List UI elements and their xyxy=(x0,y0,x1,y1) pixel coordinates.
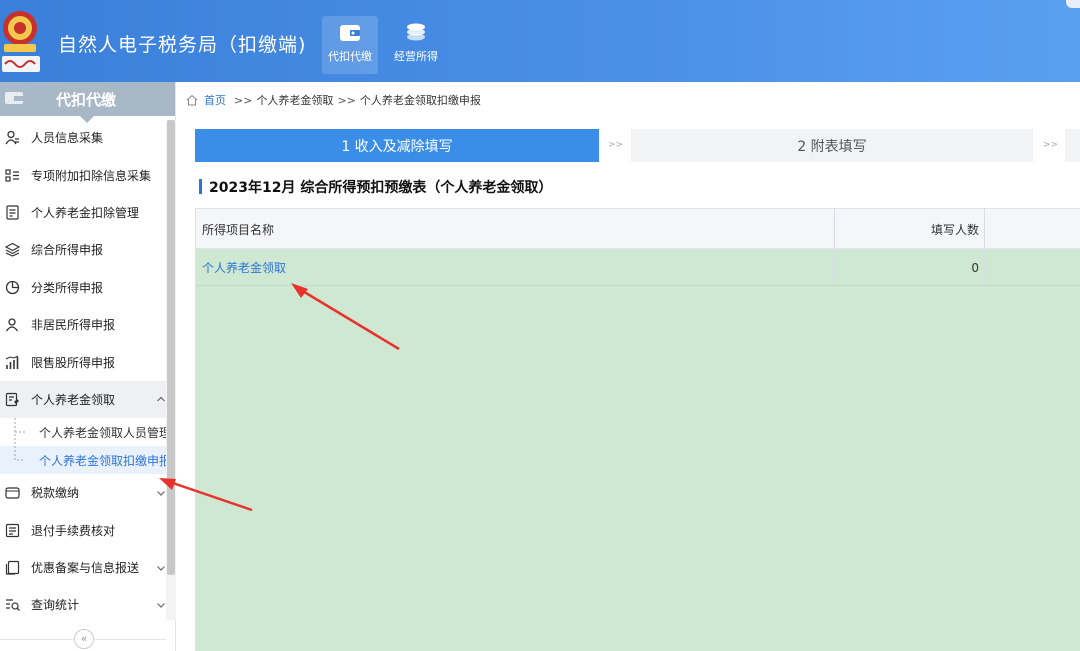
top-header: 自然人电子税务局（扣缴端) 代扣代缴 经营所得 xyxy=(0,0,1080,82)
sidebar-item-label: 综合所得申报 xyxy=(31,243,104,258)
home-icon xyxy=(186,94,198,106)
sidebar-item-label: 个人养老金扣除管理 xyxy=(31,205,140,220)
sidebar-item-label: 查询统计 xyxy=(31,598,80,613)
sidebar-subitem-pension-withholding[interactable]: 个人养老金领取扣缴申报 xyxy=(0,446,166,475)
sidebar-item-label: 分类所得申报 xyxy=(31,280,104,295)
sidebar-item-label: 退付手续费核对 xyxy=(31,523,116,538)
sidebar-subitem-pension-personnel[interactable]: 个人养老金领取人员管理 xyxy=(0,418,166,447)
tree-line-icon xyxy=(14,446,25,461)
section-title: 2023年12月 综合所得预扣预缴表（个人养老金领取） xyxy=(209,180,553,196)
list-icon xyxy=(5,168,19,182)
receipt-icon xyxy=(5,523,20,537)
step-separator: >> xyxy=(608,140,624,150)
corner-mark xyxy=(1066,0,1080,8)
sidebar-item-label: 非居民所得申报 xyxy=(31,318,116,333)
sidebar-subitem-label: 个人养老金领取人员管理 xyxy=(39,425,166,440)
column-header-income-item: 所得项目名称 xyxy=(202,222,275,237)
sidebar-item-tax-payment[interactable]: 税款缴纳 xyxy=(0,474,166,511)
chevron-down-icon xyxy=(157,490,165,496)
step-income-deduction[interactable]: 1 收入及减除填写 xyxy=(195,129,599,162)
tree-line-icon xyxy=(14,418,25,447)
table-row: 个人养老金领取 0 xyxy=(196,249,1080,286)
income-table: 所得项目名称 填写人数 个人养老金领取 0 xyxy=(195,208,1080,651)
sidebar-item-label: 专项附加扣除信息采集 xyxy=(31,168,152,183)
pie-icon xyxy=(5,280,20,294)
section-marker xyxy=(199,179,202,194)
search-list-icon xyxy=(6,599,20,612)
sidebar-item-personnel-info[interactable]: 人员信息采集 xyxy=(0,119,166,156)
sidebar-title: 代扣代缴 xyxy=(56,91,117,109)
table-header: 所得项目名称 填写人数 xyxy=(196,208,1080,249)
breadcrumb-home-link[interactable]: 首页 xyxy=(204,92,226,108)
tab-withholding-label: 代扣代缴 xyxy=(328,50,372,63)
doc-icon xyxy=(6,205,19,220)
chevron-down-icon xyxy=(157,603,165,608)
wallet-icon xyxy=(5,92,23,104)
breadcrumb-separator: >> xyxy=(337,93,356,107)
step-attachment[interactable]: 2 附表填写 xyxy=(631,129,1033,162)
sidebar-item-refund-fee[interactable]: 退付手续费核对 xyxy=(0,512,166,549)
sidebar-subitem-label: 个人养老金领取扣缴申报 xyxy=(39,453,166,468)
tax-emblem-icon xyxy=(2,11,40,72)
sidebar-item-label: 人员信息采集 xyxy=(31,131,104,146)
coins-icon xyxy=(407,23,425,41)
sidebar-item-pension-deduction[interactable]: 个人养老金扣除管理 xyxy=(0,194,166,231)
sidebar-item-query-stats[interactable]: 查询统计 xyxy=(0,586,166,623)
tab-business-income-label: 经营所得 xyxy=(394,50,438,63)
sidebar-item-nonresident-income[interactable]: 非居民所得申报 xyxy=(0,306,166,343)
layers-icon xyxy=(5,243,20,258)
sidebar: 代扣代缴 人员信息采集 专项附加扣除信息采集 个人养老金扣除管理 综合所得申报 … xyxy=(0,82,176,651)
tab-business-income[interactable]: 经营所得 xyxy=(388,16,444,74)
sidebar-item-label: 个人养老金领取 xyxy=(31,392,116,407)
copy-icon xyxy=(5,560,20,575)
sidebar-item-comprehensive-income[interactable]: 综合所得申报 xyxy=(0,231,166,268)
scrollbar-thumb[interactable] xyxy=(167,120,175,575)
sidebar-menu: 人员信息采集 专项附加扣除信息采集 个人养老金扣除管理 综合所得申报 分类所得申… xyxy=(0,119,166,624)
tab-withholding[interactable]: 代扣代缴 xyxy=(322,16,378,74)
breadcrumb: 首页 >> 个人养老金领取 >> 个人养老金领取扣缴申报 xyxy=(186,92,481,108)
chevron-up-icon xyxy=(157,397,165,402)
sidebar-item-pension-collection[interactable]: 个人养老金领取 xyxy=(0,380,166,419)
user-icon xyxy=(5,318,19,332)
column-header-count: 填写人数 xyxy=(930,222,979,237)
bar-chart-icon xyxy=(5,355,19,369)
sidebar-item-label: 优惠备案与信息报送 xyxy=(31,561,140,576)
person-icon xyxy=(5,131,19,145)
filled-count: 0 xyxy=(971,260,979,275)
sidebar-item-category-income[interactable]: 分类所得申报 xyxy=(0,269,166,306)
sidebar-item-restricted-stock[interactable]: 限售股所得申报 xyxy=(0,343,166,380)
sidebar-scrollbar[interactable] xyxy=(166,120,176,620)
sidebar-item-special-deduction[interactable]: 专项附加扣除信息采集 xyxy=(0,156,166,193)
step-next-partial[interactable] xyxy=(1065,129,1080,162)
sidebar-header: 代扣代缴 xyxy=(0,82,175,123)
sidebar-item-label: 税款缴纳 xyxy=(31,486,80,501)
sidebar-item-label: 限售股所得申报 xyxy=(31,355,116,370)
income-item-link[interactable]: 个人养老金领取 xyxy=(202,249,286,286)
breadcrumb-item: 个人养老金领取扣缴申报 xyxy=(359,94,481,107)
wallet-small-icon xyxy=(5,487,20,499)
collapse-sidebar-button[interactable]: « xyxy=(74,629,94,649)
pension-icon xyxy=(5,392,19,407)
sidebar-item-preferential-filing[interactable]: 优惠备案与信息报送 xyxy=(0,549,166,586)
breadcrumb-item: 个人养老金领取 xyxy=(256,94,334,107)
wallet-icon xyxy=(340,25,360,41)
step-separator: >> xyxy=(1043,140,1059,150)
chevron-down-icon xyxy=(157,565,165,571)
app-title: 自然人电子税务局（扣缴端) xyxy=(58,34,307,56)
breadcrumb-separator: >> xyxy=(234,93,253,107)
